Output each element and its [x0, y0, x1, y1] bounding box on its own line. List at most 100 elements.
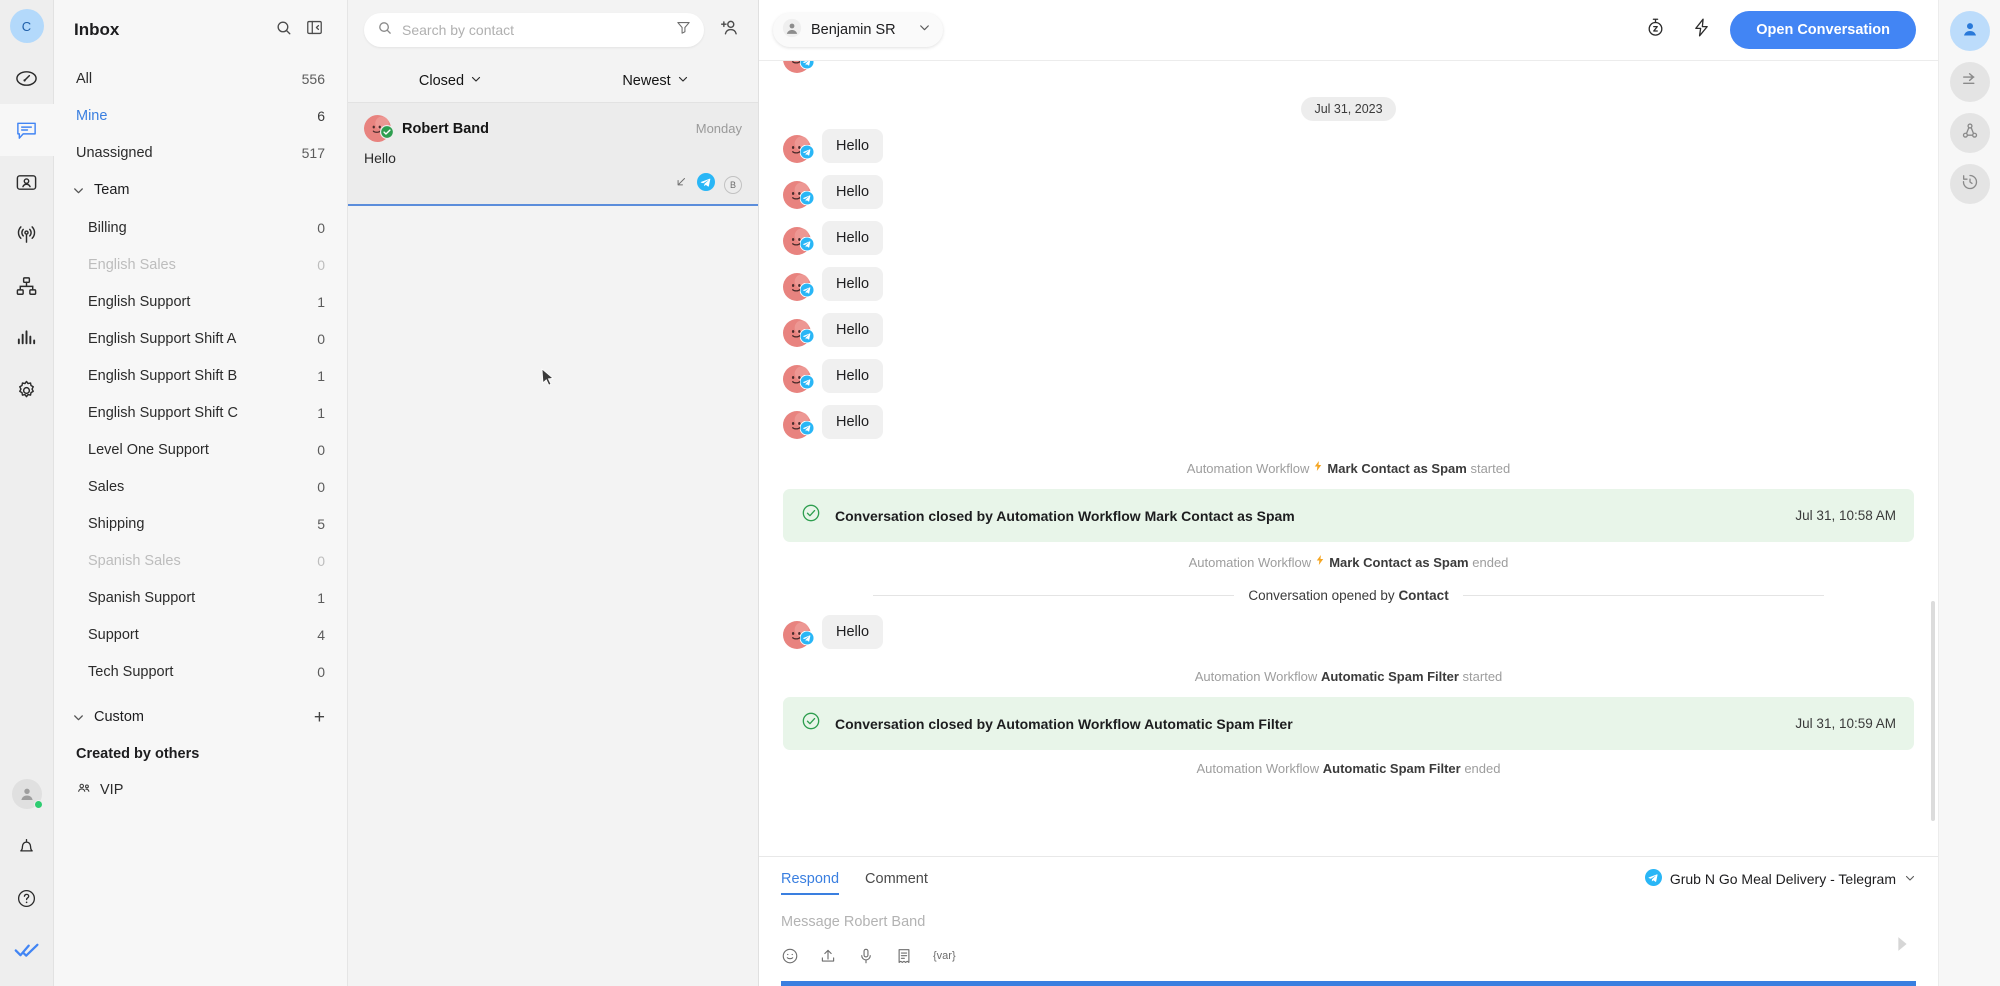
sidebar-item-count: 0 — [317, 330, 325, 347]
dashboard-icon — [15, 67, 38, 90]
sidebar-item-count: 517 — [301, 144, 325, 161]
sidebar-item-label: English Support Shift B — [88, 367, 238, 384]
sidebar-item-billing[interactable]: Billing 0 — [54, 209, 347, 246]
sidebar-item-label: English Support Shift C — [88, 404, 238, 421]
sidebar-item-english-support-shift-b[interactable]: English Support Shift B 1 — [54, 357, 347, 394]
microphone-icon[interactable] — [857, 947, 875, 965]
sidebar-group-team[interactable]: Team — [54, 171, 347, 209]
logo-icon — [14, 939, 40, 961]
sidebar-item-english-support-shift-c[interactable]: English Support Shift C 1 — [54, 394, 347, 431]
rail-item-messages[interactable] — [0, 104, 54, 156]
rail-item-logo[interactable] — [0, 924, 54, 976]
add-contact-button[interactable] — [714, 16, 742, 44]
sidebar-item-all[interactable]: All 556 — [54, 60, 347, 97]
right-rail-history[interactable] — [1949, 164, 1990, 204]
sidebar-item-level-one-support[interactable]: Level One Support 0 — [54, 431, 347, 468]
help-icon — [16, 888, 37, 909]
composer-toolbar: {var} — [781, 941, 1916, 981]
snooze-button[interactable] — [1638, 13, 1672, 47]
search-input[interactable] — [402, 22, 666, 38]
sidebar-item-count: 1 — [317, 293, 325, 310]
conversation-preview: Hello — [364, 150, 396, 166]
sidebar-item-tech-support[interactable]: Tech Support 0 — [54, 653, 347, 690]
shortcuts-button[interactable] — [1684, 13, 1718, 47]
sidebar-item-support[interactable]: Support 4 — [54, 616, 347, 653]
attach-upload-icon[interactable] — [819, 947, 837, 965]
sidebar-item-unassigned[interactable]: Unassigned 517 — [54, 134, 347, 171]
right-icon-rail — [1938, 0, 2000, 986]
sidebar-item-label: Sales — [88, 478, 125, 495]
sidebar-item-vip[interactable]: VIP — [54, 772, 347, 808]
workflow-event: Automation Workflow Automatic Spam Filte… — [783, 753, 1914, 784]
rail-item-contacts[interactable] — [0, 156, 54, 208]
message-thread[interactable]: Hello Jul 31, 2023 HelloHelloHelloHelloH… — [759, 60, 1938, 856]
avatar — [783, 227, 815, 255]
right-rail-integrations[interactable] — [1949, 113, 1990, 153]
sort-filter-dropdown[interactable]: Newest — [553, 73, 758, 89]
conversation-header: Benjamin SR Open Conversation — [759, 0, 1938, 60]
message-input[interactable]: Message Robert Band — [781, 901, 1916, 941]
variable-icon[interactable]: {var} — [933, 950, 956, 962]
message-row: Hello — [783, 61, 1914, 74]
rail-item-workflows[interactable] — [0, 260, 54, 312]
sidebar-item-shipping[interactable]: Shipping 5 — [54, 505, 347, 542]
workspace-avatar[interactable]: C — [0, 0, 54, 52]
telegram-icon — [697, 173, 715, 196]
right-rail-contact-details[interactable] — [1949, 11, 1990, 51]
telegram-icon — [799, 420, 815, 440]
conversation-list-item[interactable]: Robert Band Monday Hello B — [348, 102, 758, 206]
workflow-name: Mark Contact as Spam — [1327, 461, 1467, 476]
sort-filter-label: Newest — [622, 73, 671, 89]
sidebar-item-spanish-sales[interactable]: Spanish Sales 0 — [54, 542, 347, 579]
workflow-name: Automatic Spam Filter — [1320, 669, 1459, 684]
snippet-icon[interactable] — [895, 947, 913, 965]
emoji-icon[interactable] — [781, 947, 799, 965]
sidebar-item-english-support[interactable]: English Support 1 — [54, 283, 347, 320]
channel-selector[interactable]: Grub N Go Meal Delivery - Telegram — [1644, 869, 1916, 889]
sidebar-item-count: 0 — [317, 478, 325, 495]
sidebar-item-mine[interactable]: Mine 6 — [54, 97, 347, 134]
lightning-icon — [1312, 461, 1324, 476]
rail-item-broadcast[interactable] — [0, 208, 54, 260]
tab-comment[interactable]: Comment — [865, 857, 928, 901]
rail-item-notifications[interactable] — [0, 820, 54, 872]
chevron-down-icon — [470, 73, 482, 89]
sidebar-item-count: 1 — [317, 404, 325, 421]
rail-item-help[interactable] — [0, 872, 54, 924]
avatar — [783, 621, 815, 649]
sidebar-search-button[interactable] — [269, 15, 299, 45]
avatar — [783, 411, 815, 440]
thread-scrollbar-thumb[interactable] — [1931, 601, 1935, 821]
integrations-icon — [1960, 121, 1980, 146]
right-rail-transfer[interactable] — [1949, 62, 1990, 102]
status-filter-dropdown[interactable]: Closed — [348, 73, 553, 89]
sidebar-group-custom[interactable]: Custom + — [54, 698, 347, 736]
avatar — [783, 273, 815, 301]
sidebar-item-english-support-shift-a[interactable]: English Support Shift A 0 — [54, 320, 347, 357]
funnel-filter-icon[interactable] — [675, 19, 692, 41]
send-button[interactable] — [1888, 932, 1916, 960]
avatar — [783, 135, 815, 163]
rail-item-settings[interactable] — [0, 364, 54, 416]
sidebar-collapse-button[interactable] — [299, 15, 329, 45]
sidebar-item-spanish-support[interactable]: Spanish Support 1 — [54, 579, 347, 616]
assignee-dropdown[interactable]: Benjamin SR — [773, 13, 943, 47]
sidebar-item-sales[interactable]: Sales 0 — [54, 468, 347, 505]
message-row: Hello — [783, 221, 1914, 255]
telegram-icon — [799, 190, 815, 210]
divider-line — [1462, 595, 1825, 596]
closed-banner-time: Jul 31, 10:58 AM — [1795, 508, 1896, 523]
sidebar-group-label: Custom — [94, 709, 144, 725]
rail-item-dashboard[interactable] — [0, 52, 54, 104]
search-box[interactable] — [364, 13, 704, 47]
message-row: Hello — [783, 615, 1914, 649]
open-conversation-button[interactable]: Open Conversation — [1730, 11, 1916, 49]
contacts-icon — [15, 171, 38, 194]
channel-name: Grub N Go Meal Delivery - Telegram — [1669, 871, 1896, 887]
sidebar-item-english-sales[interactable]: English Sales 0 — [54, 246, 347, 283]
telegram-icon — [799, 61, 815, 74]
add-custom-inbox-button[interactable]: + — [314, 708, 325, 727]
rail-item-reports[interactable] — [0, 312, 54, 364]
rail-item-account[interactable] — [0, 768, 54, 820]
tab-respond[interactable]: Respond — [781, 857, 840, 901]
